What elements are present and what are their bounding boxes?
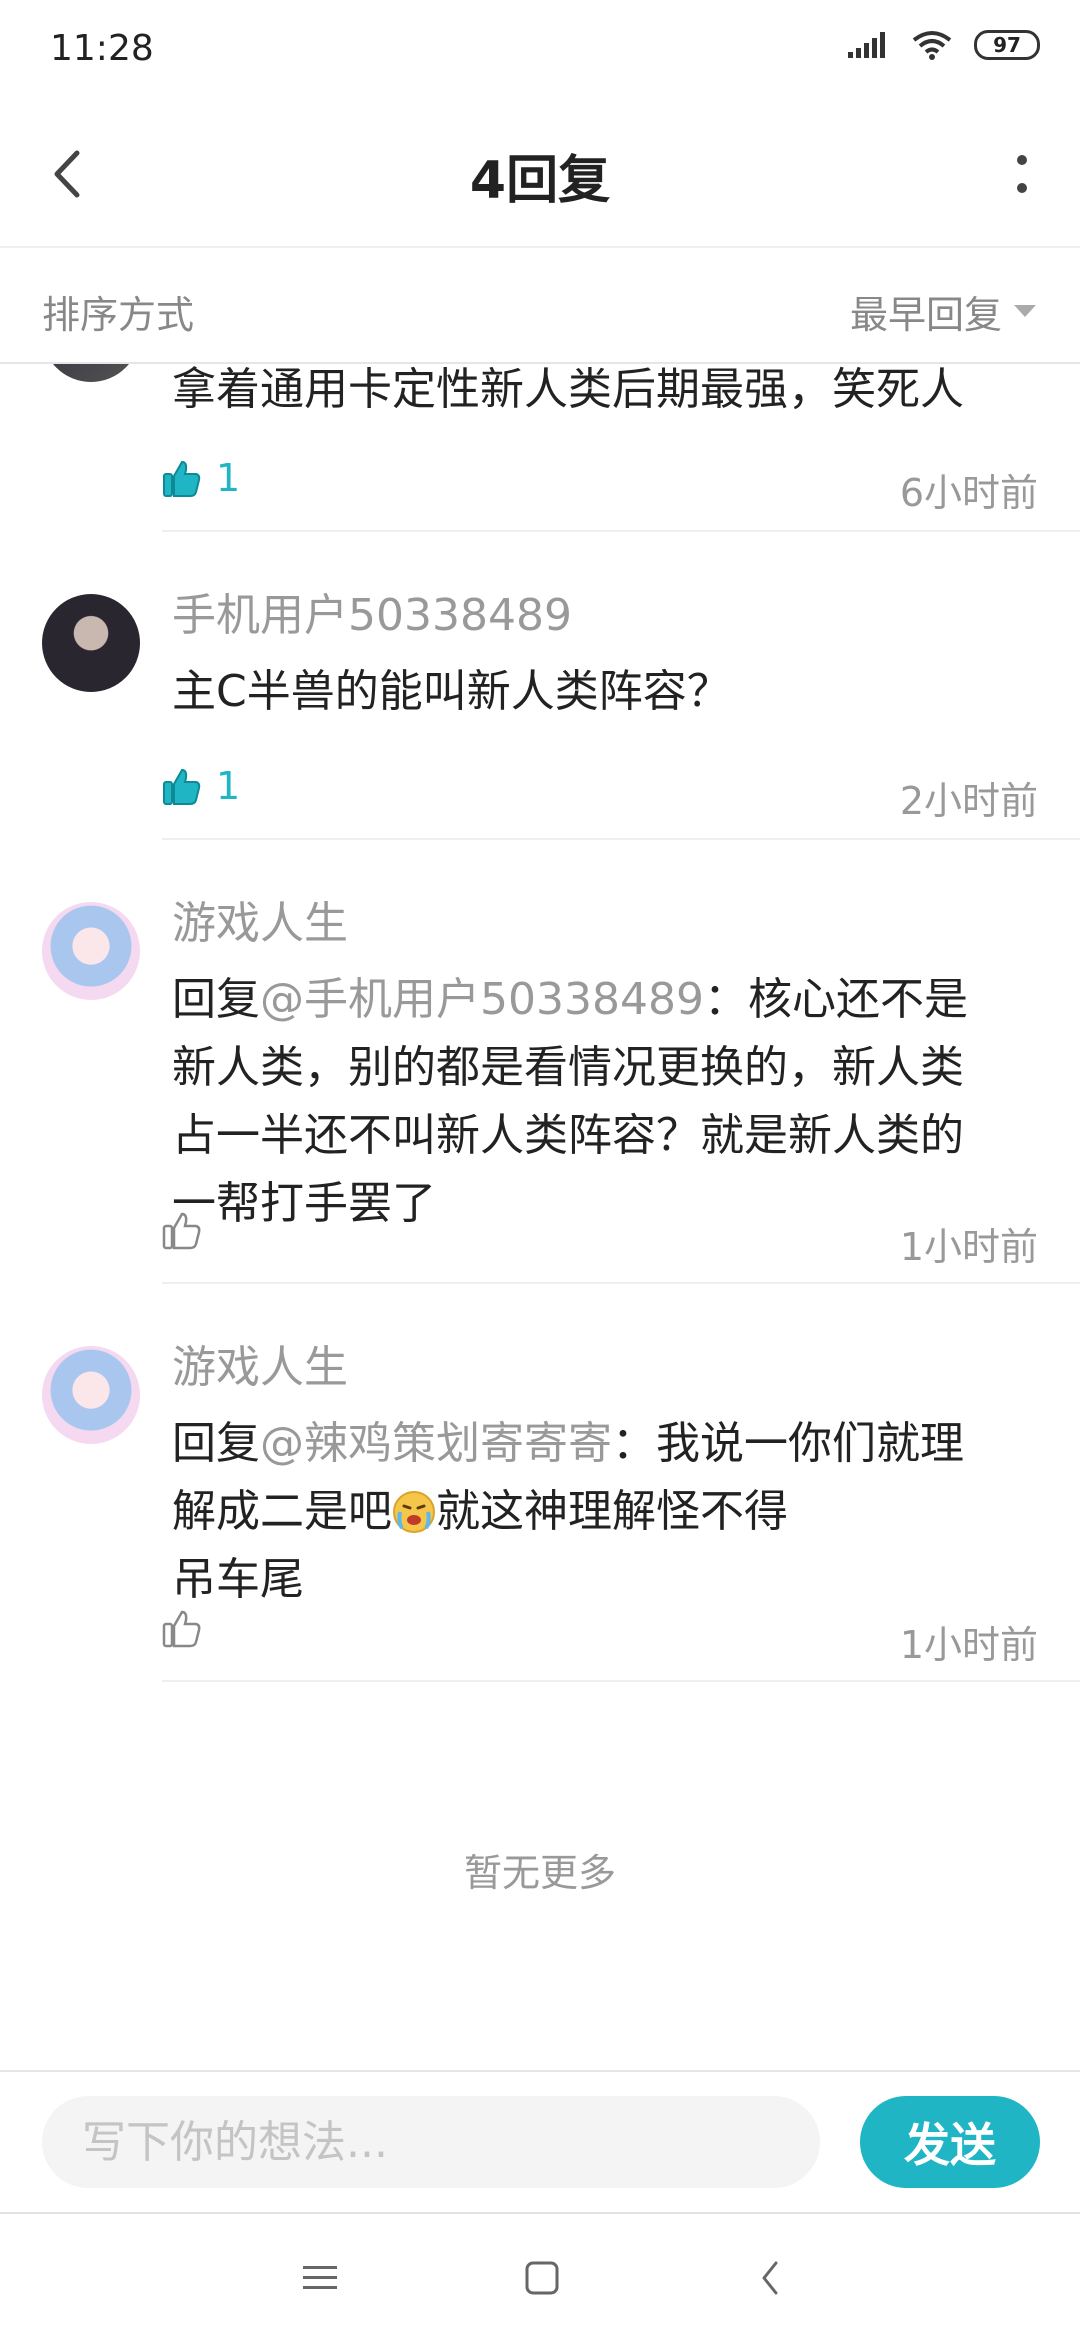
comment-text: 主C半兽的能叫新人类阵容？ [172, 666, 731, 717]
thumbs-up-icon [163, 460, 201, 497]
like-button[interactable]: 1 [162, 764, 240, 808]
like-count: 1 [216, 456, 241, 500]
like-button[interactable] [162, 1210, 202, 1250]
avatar[interactable] [42, 1346, 140, 1444]
username[interactable]: 手机用户50338489 [172, 588, 1038, 644]
signal-icon [848, 32, 885, 58]
wifi-icon [912, 31, 952, 60]
username[interactable]: 游戏人生 [172, 1340, 1038, 1396]
back-chevron-icon [762, 2261, 778, 2295]
mention-link[interactable]: @手机用户50338489 [260, 974, 704, 1025]
text-segment: ：核心还不是 [703, 974, 968, 1025]
comment-list[interactable]: 拿着通用卡定性新人类后期最强，笑死人 1 6小时前 手机用户50338489 主… [0, 364, 1080, 2070]
reply-input[interactable] [42, 2096, 820, 2188]
like-button[interactable] [162, 1608, 202, 1648]
avatar[interactable] [42, 594, 140, 692]
thumbs-up-icon [162, 1212, 201, 1250]
thumbs-up-icon [162, 1610, 201, 1648]
comment-text: 回复@手机用户50338489：核心还不是 新人类，别的都是看情况更换的，新人类… [172, 966, 1038, 1238]
sort-selected: 最早回复 [849, 293, 1002, 337]
more-vertical-icon [1017, 155, 1027, 193]
system-nav-bar [0, 2212, 1080, 2340]
thumbs-up-icon [163, 768, 201, 805]
divider [162, 838, 1080, 840]
reply-prefix: 回复 [172, 1418, 260, 1469]
sort-label: 排序方式 [42, 293, 195, 337]
system-back-button[interactable] [740, 2248, 800, 2308]
comment-time: 1小时前 [899, 1225, 1038, 1269]
menu-button[interactable] [290, 2248, 350, 2308]
status-icons: 97 [848, 30, 1040, 60]
text-segment: 解成二是吧 [172, 1486, 392, 1537]
divider [162, 1282, 1080, 1284]
text-segment: 就这神理解怪不得 [436, 1486, 788, 1537]
divider [162, 530, 1080, 532]
home-square-icon [525, 2261, 559, 2295]
reply-bar: 发送 [0, 2070, 1080, 2212]
no-more-text: 暂无更多 [463, 1851, 616, 1895]
battery-indicator: 97 [974, 30, 1040, 60]
status-time: 11:28 [50, 28, 154, 69]
sort-bar: 排序方式 最早回复 [0, 248, 1080, 364]
mention-link[interactable]: @辣鸡策划寄寄寄 [260, 1418, 612, 1469]
avatar[interactable] [42, 902, 140, 1000]
page-header: 4回复 [0, 100, 1080, 248]
comment-time: 1小时前 [899, 1623, 1038, 1667]
sort-dropdown[interactable]: 最早回复 [850, 284, 1036, 339]
text-segment: 占一半还不叫新人类阵容？就是新人类的 [172, 1110, 964, 1161]
comment-time: 2小时前 [899, 779, 1038, 823]
avatar[interactable] [42, 364, 140, 382]
text-segment: ：我说一你们就理 [612, 1418, 964, 1469]
username[interactable]: 游戏人生 [172, 896, 1038, 952]
comment-text: 回复@辣鸡策划寄寄寄：我说一你们就理 解成二是吧 就这神理解怪不得 吊车尾 [172, 1410, 1038, 1614]
text-segment: 新人类，别的都是看情况更换的，新人类 [172, 1042, 964, 1093]
home-button[interactable] [512, 2248, 572, 2308]
dropdown-triangle-icon [1014, 304, 1036, 317]
page-title: 4回复 [469, 151, 611, 211]
more-button[interactable] [992, 144, 1052, 204]
divider [162, 1680, 1080, 1682]
like-count: 1 [216, 764, 241, 808]
crying-emoji-icon [393, 1491, 435, 1533]
comment-time: 6小时前 [899, 471, 1038, 515]
send-button[interactable]: 发送 [860, 2096, 1040, 2188]
comment-text: 拿着通用卡定性新人类后期最强，笑死人 [172, 364, 964, 415]
menu-icon [303, 2266, 337, 2289]
reply-prefix: 回复 [172, 974, 260, 1025]
status-bar: 11:28 97 [0, 0, 1080, 100]
like-button[interactable]: 1 [162, 456, 240, 500]
text-segment: 吊车尾 [172, 1554, 304, 1605]
